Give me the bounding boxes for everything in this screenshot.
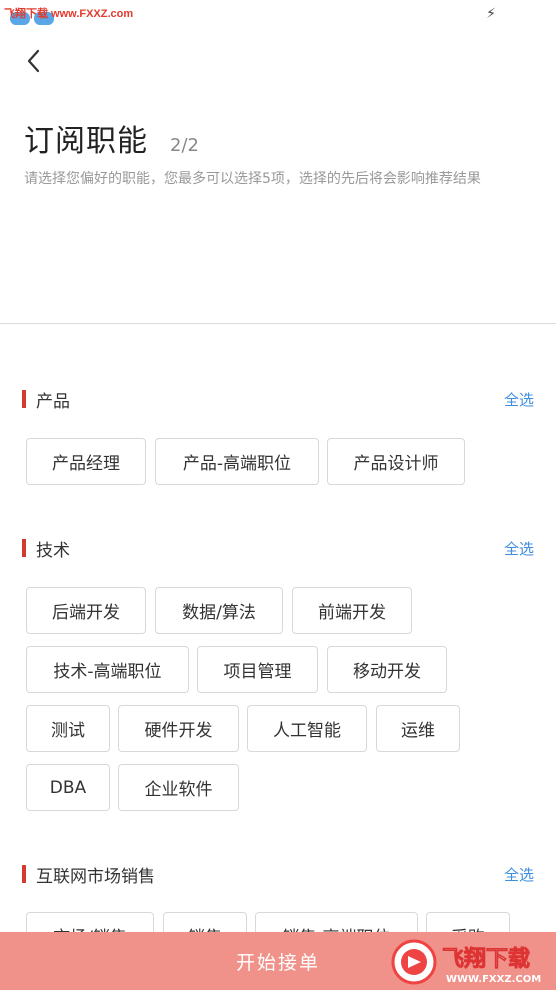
accent-bar — [22, 539, 26, 557]
tag-button[interactable]: 项目管理 — [197, 646, 318, 693]
app-screen: 飞翔下载 www.FXXZ.com ⚡ 订阅职能 2/2 请选择您偏好的职能，您… — [0, 0, 556, 990]
select-all-button[interactable]: 全选 — [504, 538, 534, 559]
tag-button[interactable]: 硬件开发 — [118, 705, 239, 752]
tag-button[interactable]: 企业软件 — [118, 764, 239, 811]
divider — [0, 323, 556, 324]
start-button-label: 开始接单 — [235, 951, 320, 974]
tag-button[interactable]: 产品设计师 — [327, 438, 465, 485]
back-button[interactable] — [18, 46, 48, 76]
tag-button[interactable]: 技术-高端职位 — [26, 646, 189, 693]
section-header-tech: 技术 全选 — [22, 536, 534, 561]
tag-button[interactable]: 前端开发 — [292, 587, 412, 634]
accent-bar — [22, 390, 26, 408]
select-all-button[interactable]: 全选 — [504, 864, 534, 885]
section-title: 产品 — [36, 391, 70, 412]
select-all-button[interactable]: 全选 — [504, 389, 534, 410]
tag-button[interactable]: 产品-高端职位 — [155, 438, 319, 485]
tag-button[interactable]: 移动开发 — [327, 646, 447, 693]
page-title: 订阅职能 — [24, 124, 148, 159]
watermark-text: 飞翔下载 www.FXXZ.com — [4, 8, 134, 20]
watermark-logo-url: WWW.FXXZ.COM — [446, 974, 541, 985]
title-row: 订阅职能 2/2 — [24, 116, 199, 160]
charging-icon: ⚡ — [486, 6, 496, 22]
status-bar: 飞翔下载 www.FXXZ.com ⚡ — [0, 0, 556, 28]
tag-button[interactable]: 后端开发 — [26, 587, 146, 634]
step-indicator: 2/2 — [170, 135, 199, 156]
tag-button[interactable]: 运维 — [376, 705, 460, 752]
accent-bar — [22, 865, 26, 883]
page-subtitle: 请选择您偏好的职能，您最多可以选择5项，选择的先后将会影响推荐结果 — [24, 171, 481, 187]
tag-button[interactable]: 测试 — [26, 705, 110, 752]
tag-button[interactable]: 产品经理 — [26, 438, 146, 485]
watermark-logo-icon: 飞翔下载 WWW.FXXZ.COM — [391, 939, 541, 985]
section-title: 技术 — [36, 540, 70, 561]
chevron-left-icon — [27, 49, 40, 73]
tag-button[interactable]: 数据/算法 — [155, 587, 283, 634]
section-title: 互联网市场销售 — [36, 866, 155, 887]
section-header-internet-marketing-sales: 互联网市场销售 全选 — [22, 862, 534, 887]
section-header-product: 产品 全选 — [22, 387, 534, 412]
tag-button[interactable]: DBA — [26, 764, 110, 811]
tag-button[interactable]: 人工智能 — [247, 705, 367, 752]
watermark-logo-text: 飞翔下载 — [442, 946, 530, 972]
